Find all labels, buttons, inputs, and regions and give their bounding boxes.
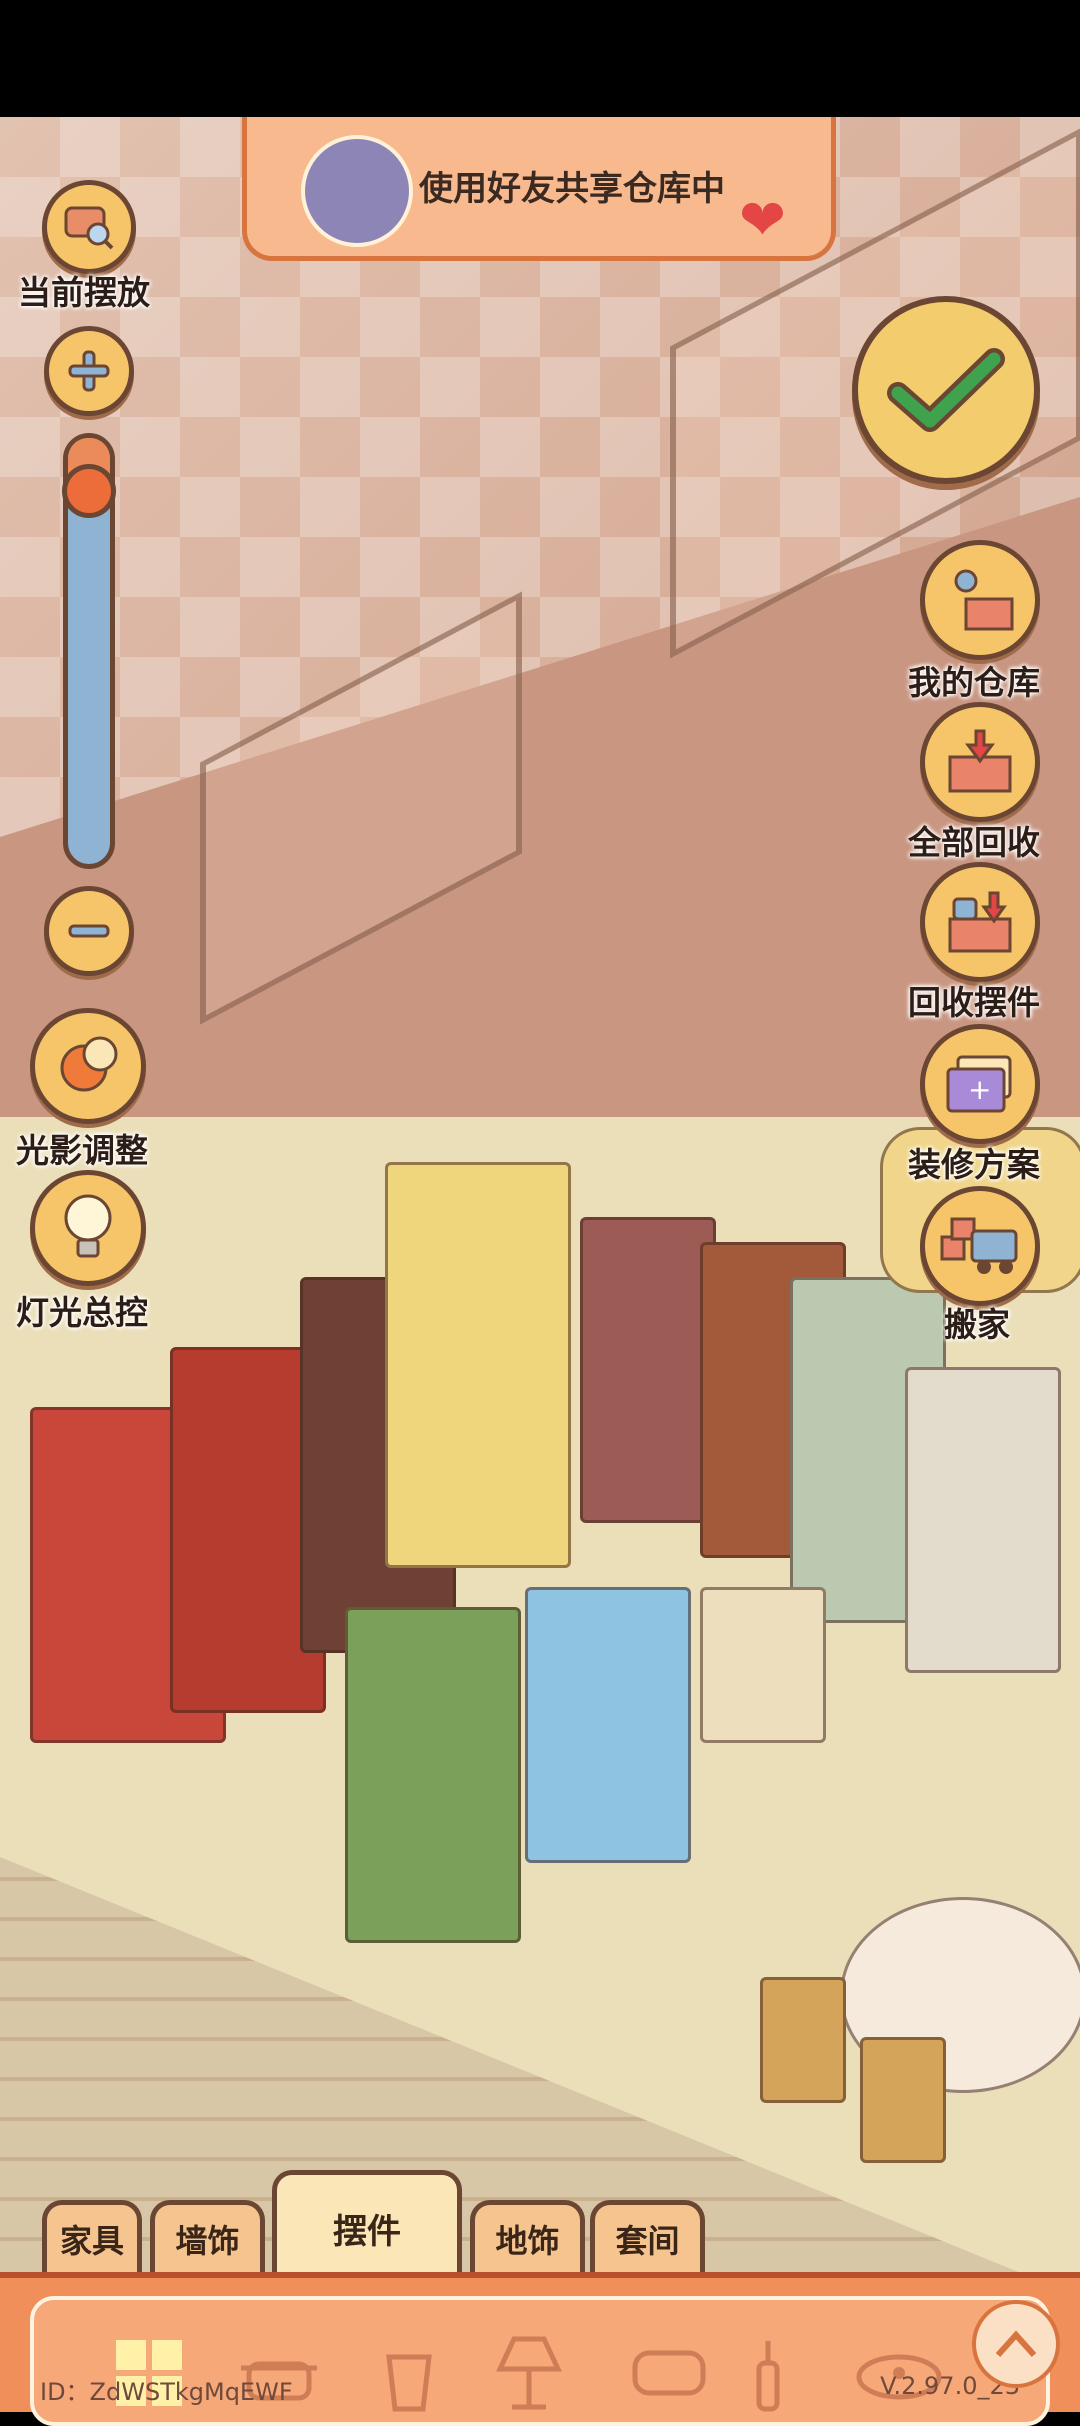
plus-icon <box>68 350 110 392</box>
shared-warehouse-banner: 使用好友共享仓库中 ❤ <box>242 117 836 261</box>
lightbulb-icon <box>64 1194 112 1258</box>
category-tabs: 家具 墙饰 摆件 地饰 套间 <box>0 2170 1080 2282</box>
recycle-decor-icon <box>948 891 1012 953</box>
yellow-fridge[interactable] <box>385 1162 571 1568</box>
bottle-icon[interactable] <box>734 2328 824 2418</box>
light-shadow-button[interactable] <box>30 1008 146 1124</box>
moving-label: 搬家 <box>944 1305 1010 1344</box>
minus-icon <box>68 924 110 938</box>
renovation-plan-label: 装修方案 <box>908 1145 1040 1184</box>
my-warehouse-label: 我的仓库 <box>908 663 1040 702</box>
recycle-all-icon <box>948 729 1012 793</box>
light-master-button[interactable] <box>30 1170 146 1286</box>
light-shadow-label: 光影调整 <box>16 1131 148 1170</box>
friend-avatar <box>301 135 413 247</box>
renovation-plan-icon: + <box>946 1055 1012 1113</box>
recycle-all-label: 全部回收 <box>908 823 1040 862</box>
search-furniture-icon <box>64 206 114 250</box>
tab-wall-decor[interactable]: 墙饰 <box>150 2200 265 2272</box>
chevron-up-icon <box>995 2330 1037 2358</box>
tab-ornaments[interactable]: 摆件 <box>272 2170 462 2282</box>
moving-truck-icon <box>940 1217 1018 1274</box>
chair-left[interactable] <box>760 1977 846 2103</box>
cup-icon[interactable] <box>364 2328 454 2418</box>
banner-text: 使用好友共享仓库中 <box>419 169 725 209</box>
expand-toolbar-button[interactable] <box>972 2300 1060 2388</box>
recycle-decor-button[interactable] <box>920 862 1040 982</box>
tab-suite[interactable]: 套间 <box>590 2200 705 2272</box>
lamp-icon[interactable] <box>484 2328 574 2418</box>
green-fridge[interactable] <box>345 1607 521 1943</box>
tab-furniture[interactable]: 家具 <box>42 2200 142 2272</box>
small-fridge[interactable] <box>700 1587 826 1743</box>
zoom-out-button[interactable] <box>44 886 134 976</box>
light-master-label: 灯光总控 <box>16 1293 148 1332</box>
renovation-plan-button[interactable]: + <box>920 1024 1040 1144</box>
warehouse-icon <box>954 569 1014 631</box>
moving-button[interactable] <box>920 1186 1040 1306</box>
confirm-button[interactable] <box>852 296 1040 484</box>
my-warehouse-button[interactable] <box>920 540 1040 660</box>
checkmark-icon <box>887 348 1005 432</box>
tab-floor-decor[interactable]: 地饰 <box>470 2200 585 2272</box>
blue-mini-fridge[interactable] <box>525 1587 691 1863</box>
white-fridge[interactable] <box>905 1367 1061 1673</box>
current-place-button[interactable] <box>42 180 136 274</box>
sun-moon-icon <box>60 1036 118 1092</box>
player-id: ID：ZdWSTkgMqEWF <box>40 2378 293 2406</box>
zoom-slider[interactable] <box>62 433 116 869</box>
pink-stairs[interactable] <box>580 1217 716 1523</box>
recycle-decor-label: 回收摆件 <box>908 983 1040 1022</box>
pillow-icon[interactable] <box>624 2328 714 2418</box>
current-place-label: 当前摆放 <box>18 273 150 312</box>
svg-text:+: + <box>968 1073 991 1106</box>
chair-right[interactable] <box>860 2037 946 2163</box>
recycle-all-button[interactable] <box>920 702 1040 822</box>
zoom-slider-handle[interactable] <box>62 464 116 518</box>
zoom-in-button[interactable] <box>44 326 134 416</box>
heart-icon: ❤ <box>739 188 786 253</box>
